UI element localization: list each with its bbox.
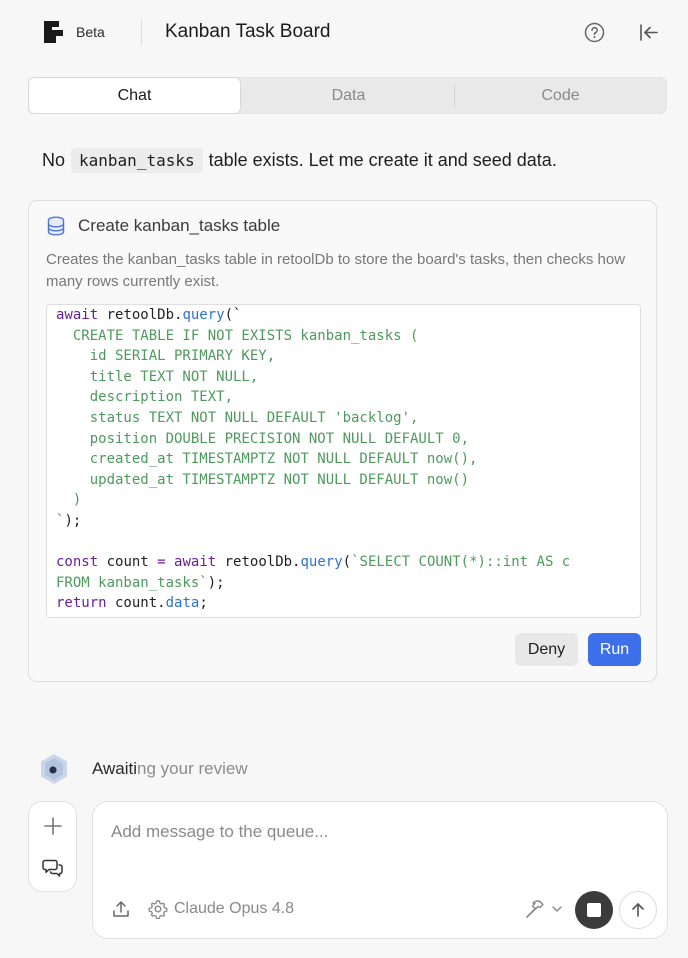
code-line: updated_at TIMESTAMPTZ NOT NULL DEFAULT …	[56, 470, 631, 491]
code-token: status TEXT NOT NULL DEFAULT 'backlog',	[56, 409, 419, 426]
code-line: created_at TIMESTAMPTZ NOT NULL DEFAULT …	[56, 449, 631, 470]
plus-icon[interactable]	[43, 816, 63, 836]
code-token: )	[56, 492, 82, 509]
code-token: query	[182, 307, 225, 323]
hammer-icon[interactable]	[524, 898, 546, 920]
code-line: return count.data;	[56, 593, 631, 614]
assistant-message: No kanban_tasks table exists. Let me cre…	[42, 148, 557, 173]
code-token: data	[165, 595, 200, 612]
code-line: title TEXT NOT NULL,	[56, 367, 631, 388]
message-composer: Claude Opus 4.8	[92, 801, 668, 939]
logo-icon	[44, 21, 63, 43]
code-token: const	[56, 554, 99, 571]
code-token: );	[64, 512, 82, 529]
page-title: Kanban Task Board	[165, 21, 331, 42]
run-button[interactable]: Run	[588, 633, 641, 666]
code-line: const count = await retoolDb.query(`SELE…	[56, 552, 631, 573]
code-token: count	[98, 554, 158, 571]
chevron-down-icon[interactable]	[551, 903, 563, 915]
agent-avatar-icon	[41, 754, 67, 784]
tab-code[interactable]: Code	[455, 78, 666, 113]
composer-side-actions	[28, 801, 77, 892]
tool-call-card: Create kanban_tasks table Creates the ka…	[28, 200, 657, 682]
tool-card-title: Create kanban_tasks table	[78, 216, 281, 235]
code-line: FROM kanban_tasks`);	[56, 573, 631, 594]
code-token: =	[157, 554, 166, 571]
code-token: retoolDb.	[98, 307, 183, 323]
model-selector[interactable]: Claude Opus 4.8	[174, 900, 294, 918]
code-block[interactable]: await retoolDb.query(` CREATE TABLE IF N…	[46, 304, 641, 618]
code-token: title TEXT NOT NULL,	[56, 368, 259, 385]
code-token: await	[56, 307, 99, 323]
arrow-up-icon	[632, 903, 644, 917]
tab-data[interactable]: Data	[242, 78, 455, 113]
gear-icon[interactable]	[148, 899, 168, 919]
code-line: description TEXT,	[56, 387, 631, 408]
send-button[interactable]	[619, 891, 657, 929]
beta-label: Beta	[76, 24, 105, 40]
tab-bar: Chat Data Code	[28, 77, 667, 114]
database-icon	[47, 216, 65, 236]
code-token: retoolDb.	[216, 554, 301, 571]
code-line: id SERIAL PRIMARY KEY,	[56, 346, 631, 367]
stop-button[interactable]	[575, 891, 613, 929]
upload-icon[interactable]	[111, 899, 131, 919]
code-token: `SELECT COUNT(*)::int AS c	[351, 554, 571, 571]
code-token: query	[300, 554, 343, 571]
stop-icon	[587, 903, 601, 917]
tool-card-description: Creates the kanban_tasks table in retool…	[46, 251, 626, 290]
code-token: await	[174, 554, 217, 571]
help-icon[interactable]	[584, 22, 605, 43]
deny-button[interactable]: Deny	[515, 633, 578, 666]
tab-chat[interactable]: Chat	[28, 77, 241, 114]
code-token: (	[342, 554, 352, 571]
header-divider	[141, 19, 142, 46]
inline-code: kanban_tasks	[71, 148, 203, 173]
code-token: );	[207, 574, 225, 591]
status-text-faded: ng your review	[137, 759, 248, 778]
message-suffix: table exists. Let me create it and seed …	[208, 150, 557, 170]
chat-bubbles-icon[interactable]	[42, 858, 64, 878]
collapse-sidebar-icon[interactable]	[638, 22, 659, 43]
code-token: created_at TIMESTAMPTZ NOT NULL DEFAULT …	[56, 451, 478, 468]
code-token: return	[56, 595, 107, 612]
code-token: (`	[224, 307, 242, 323]
code-line: `);	[56, 511, 631, 532]
code-token: count.	[106, 595, 166, 612]
code-token: position DOUBLE PRECISION NOT NULL DEFAU…	[56, 430, 470, 447]
code-token: description TEXT,	[56, 389, 234, 406]
code-token: updated_at TIMESTAMPTZ NOT NULL DEFAULT …	[56, 471, 470, 488]
message-prefix: No	[42, 150, 66, 170]
code-line: position DOUBLE PRECISION NOT NULL DEFAU…	[56, 429, 631, 450]
code-line: CREATE TABLE IF NOT EXISTS kanban_tasks …	[56, 326, 631, 347]
status-text-strong: Awaiti	[92, 759, 138, 778]
header: Beta Kanban Task Board	[0, 0, 688, 64]
code-token: ;	[199, 595, 208, 612]
code-line: )	[56, 490, 631, 511]
code-lines: await retoolDb.query(` CREATE TABLE IF N…	[56, 305, 631, 614]
message-input[interactable]	[111, 818, 641, 846]
code-token: CREATE TABLE IF NOT EXISTS kanban_tasks …	[56, 327, 419, 344]
code-line: status TEXT NOT NULL DEFAULT 'backlog',	[56, 408, 631, 429]
code-token: FROM kanban_tasks`	[56, 574, 208, 591]
status-text: Awaiting your review	[92, 759, 248, 779]
code-token: id SERIAL PRIMARY KEY,	[56, 348, 276, 365]
code-line: await retoolDb.query(`	[56, 305, 631, 326]
